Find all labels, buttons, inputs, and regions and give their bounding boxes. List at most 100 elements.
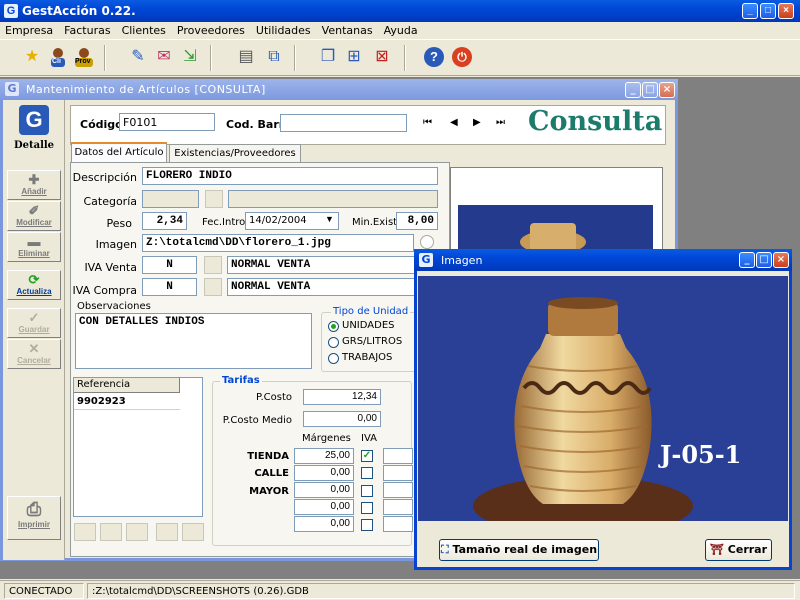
- main-title-bar: G GestAcción 0.22. _ □ ×: [0, 0, 800, 22]
- radio-grs-litros[interactable]: [328, 337, 339, 348]
- tab-existencias[interactable]: Existencias/Proveedores: [169, 144, 301, 164]
- close-dialog-button[interactable]: ⛩ Cerrar: [705, 539, 772, 561]
- dialog-close-button[interactable]: ×: [773, 252, 789, 268]
- close-button[interactable]: ×: [778, 3, 794, 19]
- tarifa-margin-field[interactable]: 0,00: [294, 465, 354, 481]
- window-icon[interactable]: ❐: [316, 45, 340, 69]
- grid-delete-button[interactable]: [126, 523, 148, 541]
- status-database-path: :Z:\totalcmd\DD\SCREENSHOTS (0.26).GDB: [87, 583, 795, 599]
- tarifa-margin-field[interactable]: 0,00: [294, 482, 354, 498]
- real-size-button[interactable]: ⛶ Tamaño real de imagen: [439, 539, 599, 561]
- first-record-icon[interactable]: ⏮: [423, 117, 432, 128]
- book-icon[interactable]: ▤: [234, 45, 258, 69]
- cancel-button[interactable]: ✕ Cancelar: [7, 339, 61, 369]
- save-button[interactable]: ✓ Guardar: [7, 308, 61, 338]
- tarifa-iva-checkbox[interactable]: [361, 519, 373, 531]
- child-minimize-button[interactable]: _: [625, 82, 641, 98]
- tile-icon[interactable]: ⊞: [342, 45, 366, 69]
- table-row[interactable]: 9902923: [74, 394, 180, 410]
- tarifa-price-field[interactable]: [383, 516, 413, 532]
- radio-trabajos-label: TRABAJOS: [342, 352, 393, 363]
- grid-cancel-button[interactable]: [182, 523, 204, 541]
- power-icon[interactable]: ⏻: [452, 47, 472, 67]
- grid-nav-bar: [74, 523, 204, 541]
- peso-field[interactable]: 2,34: [142, 212, 187, 230]
- vase-photo: [418, 276, 788, 521]
- tab-datos-articulo[interactable]: Datos del Artículo: [71, 142, 167, 164]
- codbarr-field[interactable]: [280, 114, 407, 132]
- imagen-browse-button[interactable]: [420, 235, 434, 249]
- ivacompra-code-field[interactable]: N: [142, 278, 197, 296]
- delete-button[interactable]: ▬ Eliminar: [7, 232, 61, 262]
- chevron-down-icon[interactable]: ▼: [325, 214, 334, 224]
- document-edit-icon[interactable]: ✎: [126, 45, 150, 69]
- next-record-icon[interactable]: ▶: [473, 117, 481, 128]
- tarifa-price-field[interactable]: [383, 499, 413, 515]
- minimize-button[interactable]: _: [742, 3, 758, 19]
- observaciones-textarea[interactable]: CON DETALLES INDIOS: [75, 313, 312, 369]
- tarifa-price-field[interactable]: [383, 448, 413, 464]
- tarifa-margin-field[interactable]: 0,00: [294, 499, 354, 515]
- ivacompra-desc-field[interactable]: NORMAL VENTA: [227, 278, 438, 296]
- pcosto-field[interactable]: 12,34: [303, 389, 381, 405]
- radio-trabajos[interactable]: [328, 353, 339, 364]
- menu-proveedores[interactable]: Proveedores: [172, 22, 251, 37]
- print-button[interactable]: ⎙ Imprimir: [7, 496, 61, 540]
- import-icon[interactable]: ⇲: [178, 45, 202, 69]
- tarifa-price-field[interactable]: [383, 465, 413, 481]
- menu-ayuda[interactable]: Ayuda: [379, 22, 424, 37]
- last-record-icon[interactable]: ⏭: [496, 117, 505, 128]
- categoria-code-field[interactable]: [142, 190, 199, 208]
- tarifa-iva-checkbox[interactable]: [361, 467, 373, 479]
- menu-clientes[interactable]: Clientes: [117, 22, 172, 37]
- ivaventa-code-field[interactable]: N: [142, 256, 197, 274]
- tarifa-margin-field[interactable]: 25,00: [294, 448, 354, 464]
- supplier-icon[interactable]: Prov: [72, 45, 96, 69]
- radio-grs-litros-label: GRS/LITROS: [342, 336, 403, 347]
- child-maximize-button[interactable]: □: [642, 82, 658, 98]
- menu-utilidades[interactable]: Utilidades: [251, 22, 317, 37]
- tarifa-iva-checkbox[interactable]: [361, 485, 373, 497]
- ivaventa-lookup-button[interactable]: [204, 256, 222, 274]
- categoria-lookup-button[interactable]: [205, 190, 223, 208]
- help-icon[interactable]: ?: [424, 47, 444, 67]
- ivacompra-lookup-button[interactable]: [204, 278, 222, 296]
- descripcion-field[interactable]: FLORERO INDIO: [142, 167, 438, 185]
- link-icon[interactable]: ⧉: [262, 45, 286, 69]
- maximize-button[interactable]: □: [760, 3, 776, 19]
- codbarr-label: Cod. Barr.: [226, 118, 287, 131]
- tarifa-margin-field[interactable]: 0,00: [294, 516, 354, 532]
- refresh-button[interactable]: ⟳ Actualiza: [7, 270, 61, 300]
- menu-empresa[interactable]: Empresa: [0, 22, 59, 37]
- imagen-path-field[interactable]: Z:\totalcmd\DD\florero_1.jpg: [142, 234, 414, 252]
- grid-add-button[interactable]: [100, 523, 122, 541]
- app-logo-icon: G: [5, 82, 19, 96]
- dialog-minimize-button[interactable]: _: [739, 252, 755, 268]
- pcostomedio-field[interactable]: 0,00: [303, 411, 381, 427]
- add-button[interactable]: ✚ Añadir: [7, 170, 61, 200]
- toolbar-separator: [104, 45, 106, 71]
- image-icon: ⛶: [440, 543, 449, 556]
- tarifa-iva-checkbox[interactable]: ✓: [361, 450, 373, 462]
- ivaventa-desc-field[interactable]: NORMAL VENTA: [227, 256, 438, 274]
- star-icon[interactable]: ★: [20, 45, 44, 69]
- tarifa-price-field[interactable]: [383, 482, 413, 498]
- menu-ventanas[interactable]: Ventanas: [317, 22, 379, 37]
- codigo-field[interactable]: F0101: [119, 113, 215, 131]
- grid-first-button[interactable]: [74, 523, 96, 541]
- minexist-field[interactable]: 8,00: [396, 212, 438, 230]
- iva-header: IVA: [361, 433, 377, 444]
- modify-button[interactable]: ✐ Modificar: [7, 201, 61, 231]
- prev-record-icon[interactable]: ◀: [450, 117, 458, 128]
- tarifa-iva-checkbox[interactable]: [361, 502, 373, 514]
- client-icon[interactable]: Cli: [46, 45, 70, 69]
- categoria-desc-field[interactable]: [228, 190, 438, 208]
- grid-save-button[interactable]: [156, 523, 178, 541]
- child-close-button[interactable]: ×: [659, 82, 675, 98]
- mail-icon[interactable]: ✉: [152, 45, 176, 69]
- dialog-maximize-button[interactable]: □: [756, 252, 772, 268]
- tipo-unidad-label: Tipo de Unidad: [331, 306, 411, 317]
- radio-unidades[interactable]: [328, 321, 339, 332]
- close-window-icon[interactable]: ⊠: [370, 45, 394, 69]
- menu-facturas[interactable]: Facturas: [59, 22, 116, 37]
